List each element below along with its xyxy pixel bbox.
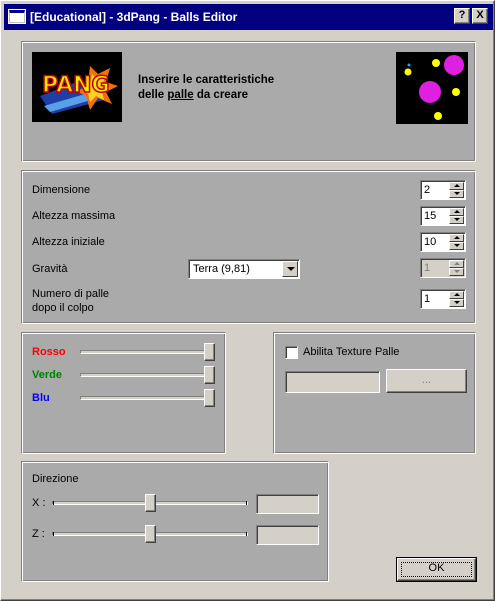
texture-checkbox-label[interactable]: Abilita Texture Palle: [303, 346, 399, 358]
rosso-label: Rosso: [32, 346, 66, 358]
help-button[interactable]: ?: [454, 8, 470, 24]
dimensione-value: 2: [424, 184, 431, 196]
blu-slider-track[interactable]: [80, 396, 212, 400]
verde-label: Verde: [32, 369, 62, 381]
altezza-massima-value: 15: [424, 210, 437, 222]
spin-up-icon[interactable]: [449, 182, 464, 190]
numero-palle-value: 1: [424, 293, 431, 305]
window-icon: [8, 9, 26, 24]
z-slider-tick: [246, 532, 247, 536]
chevron-down-icon[interactable]: [282, 261, 298, 277]
spin-up-icon[interactable]: [449, 234, 464, 242]
spin-up-icon[interactable]: [449, 291, 464, 299]
spinner-arrows-icon: [308, 496, 317, 512]
spin-up-icon[interactable]: [449, 208, 464, 216]
verde-slider-thumb[interactable]: [204, 366, 215, 384]
gravita-selected-value: Terra (9,81): [193, 263, 250, 275]
altezza-iniziale-label: Altezza iniziale: [32, 236, 105, 248]
spinner-arrows-icon[interactable]: [449, 208, 464, 224]
gravita-select[interactable]: Terra (9,81): [188, 259, 300, 279]
texture-browse-button: ...: [386, 369, 467, 393]
title-bar[interactable]: [Educational] - 3dPang - Balls Editor ? …: [4, 4, 493, 30]
altezza-massima-label: Altezza massima: [32, 210, 116, 222]
colors-panel: Rosso Verde Blu: [21, 332, 226, 454]
x-value-field: [256, 494, 319, 514]
spinner-arrows-icon[interactable]: [449, 291, 464, 307]
blu-slider-thumb[interactable]: [204, 389, 215, 407]
dimensione-label: Dimensione: [32, 184, 91, 196]
properties-panel: Dimensione 2 Altezza massima 15 Altezza …: [21, 170, 476, 324]
x-label: X :: [32, 497, 46, 509]
blu-label: Blu: [32, 392, 50, 404]
rosso-slider-track[interactable]: [80, 350, 212, 354]
ok-button[interactable]: OK: [396, 557, 477, 582]
balls-preview-image: [396, 52, 468, 124]
texture-checkbox[interactable]: [285, 346, 298, 359]
z-slider-thumb[interactable]: [145, 525, 156, 543]
gravita-label: Gravità: [32, 263, 68, 275]
gravita-custom-value: 1: [424, 262, 431, 274]
ok-label: OK: [428, 562, 445, 574]
header-description: Inserire le caratteristiche delle palle …: [138, 74, 275, 101]
altezza-massima-spinner[interactable]: 15: [420, 206, 466, 226]
x-slider-tick: [53, 501, 54, 505]
numero-palle-spinner[interactable]: 1: [420, 289, 466, 309]
close-button[interactable]: X: [472, 8, 488, 24]
spinner-arrows-icon[interactable]: [449, 182, 464, 198]
pang-logo: PANG: [32, 52, 122, 122]
header-panel: PANG Inserire le caratteristiche delle p…: [21, 41, 476, 162]
z-slider-tick: [53, 532, 54, 536]
x-slider-tick: [246, 501, 247, 505]
texture-panel: Abilita Texture Palle ...: [273, 332, 476, 454]
window-title: [Educational] - 3dPang - Balls Editor: [30, 10, 238, 24]
z-label: Z :: [32, 528, 45, 540]
altezza-iniziale-value: 10: [424, 236, 437, 248]
spin-down-icon[interactable]: [449, 190, 464, 198]
logo-text: PANG: [42, 73, 110, 98]
spinner-arrows-icon: [449, 260, 464, 276]
gravita-custom-spinner: 1: [420, 258, 466, 278]
spin-down-icon: [449, 268, 464, 276]
spin-down-icon[interactable]: [449, 299, 464, 307]
spin-down-icon[interactable]: [449, 242, 464, 250]
verde-slider-track[interactable]: [80, 373, 212, 377]
dimensione-spinner[interactable]: 2: [420, 180, 466, 200]
balls-editor-window: [Educational] - 3dPang - Balls Editor ? …: [0, 0, 495, 601]
x-slider-thumb[interactable]: [145, 494, 156, 512]
direzione-label: Direzione: [32, 473, 79, 485]
spinner-arrows-icon[interactable]: [449, 234, 464, 250]
texture-path-field: [285, 371, 380, 393]
spinner-arrows-icon: [308, 527, 317, 543]
spin-down-icon[interactable]: [449, 216, 464, 224]
z-value-field: [256, 525, 319, 545]
altezza-iniziale-spinner[interactable]: 10: [420, 232, 466, 252]
rosso-slider-thumb[interactable]: [204, 343, 215, 361]
direction-panel: Direzione X : Z :: [21, 461, 329, 582]
numero-palle-label: Numero di palle dopo il colpo: [32, 288, 110, 314]
spin-up-icon: [449, 260, 464, 268]
